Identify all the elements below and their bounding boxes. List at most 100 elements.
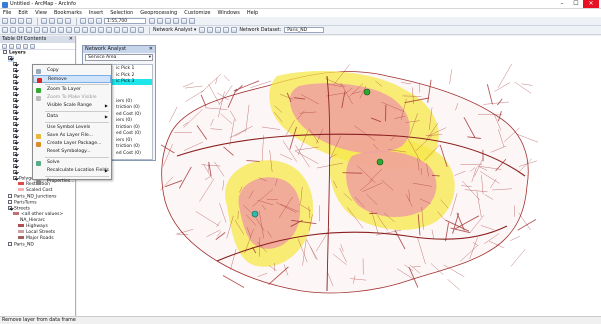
layer-visibility-checkbox[interactable] xyxy=(3,50,7,54)
layer-visibility-checkbox[interactable] xyxy=(13,146,17,150)
network-analyst-menu[interactable]: Network Analyst ▾ xyxy=(153,28,196,33)
network-analyst-window-icon[interactable] xyxy=(231,27,237,33)
directions-icon[interactable] xyxy=(223,27,229,33)
context-menu-item[interactable]: Visible Scale Range▶ xyxy=(33,102,111,110)
layer-visibility-checkbox[interactable] xyxy=(13,116,17,120)
context-menu-item[interactable]: Solve xyxy=(33,159,111,167)
layer-visibility-checkbox[interactable] xyxy=(8,206,12,210)
menu-insert[interactable]: Insert xyxy=(89,10,103,16)
list-by-source-icon[interactable] xyxy=(9,44,14,49)
menu-selection[interactable]: Selection xyxy=(110,10,133,16)
layer-visibility-checkbox[interactable] xyxy=(13,140,17,144)
layer-visibility-checkbox[interactable] xyxy=(13,86,17,90)
layer-visibility-checkbox[interactable] xyxy=(13,92,17,96)
python-icon[interactable] xyxy=(181,18,187,24)
menu-windows[interactable]: Windows xyxy=(217,10,239,16)
toc-item[interactable]: Paris_ND xyxy=(8,242,34,248)
menu-bookmarks[interactable]: Bookmarks xyxy=(54,10,82,16)
context-menu-item[interactable]: Data▶ xyxy=(33,113,111,121)
undo-icon[interactable] xyxy=(80,18,86,24)
redo-icon[interactable] xyxy=(88,18,94,24)
cut-icon[interactable] xyxy=(41,18,47,24)
layer-visibility-checkbox[interactable] xyxy=(13,170,17,174)
zoom-out-icon[interactable] xyxy=(10,27,16,33)
identify-icon[interactable] xyxy=(90,27,96,33)
menu-view[interactable]: View xyxy=(35,10,47,16)
find-route-icon[interactable] xyxy=(106,27,112,33)
clear-selection-icon[interactable] xyxy=(74,27,80,33)
catalog-icon[interactable] xyxy=(157,18,163,24)
find-icon[interactable] xyxy=(98,27,104,33)
arctoolbox-icon[interactable] xyxy=(173,18,179,24)
pan-icon[interactable] xyxy=(18,27,24,33)
context-menu-item[interactable]: Recalculate Location Fields▶ xyxy=(33,167,111,175)
toc-item[interactable]: Layers xyxy=(3,50,26,56)
full-extent-icon[interactable] xyxy=(26,27,32,33)
select-features-icon[interactable] xyxy=(66,27,72,33)
zoom-in-icon[interactable] xyxy=(2,27,8,33)
search-icon[interactable] xyxy=(165,18,171,24)
network-dataset-select[interactable]: Paris_ND xyxy=(284,27,324,33)
hyperlink-icon[interactable] xyxy=(122,27,128,33)
list-by-selection-icon[interactable] xyxy=(23,44,28,49)
time-slider-icon[interactable] xyxy=(138,27,144,33)
context-menu-item[interactable]: Zoom To Layer xyxy=(33,86,111,94)
context-menu-item[interactable]: Copy xyxy=(33,67,111,75)
menu-edit[interactable]: Edit xyxy=(18,10,28,16)
layer-visibility-checkbox[interactable] xyxy=(13,68,17,72)
print-icon[interactable] xyxy=(26,18,32,24)
save-icon[interactable] xyxy=(18,18,24,24)
html-popup-icon[interactable] xyxy=(130,27,136,33)
layer-visibility-checkbox[interactable] xyxy=(13,80,17,84)
list-by-drawing-order-icon[interactable] xyxy=(2,44,7,49)
layer-visibility-checkbox[interactable] xyxy=(13,134,17,138)
context-menu-item[interactable]: Save As Layer File... xyxy=(33,132,111,140)
fixed-zoom-out-icon[interactable] xyxy=(42,27,48,33)
layer-visibility-checkbox[interactable] xyxy=(8,56,12,60)
layer-visibility-checkbox[interactable] xyxy=(13,62,17,66)
paste-icon[interactable] xyxy=(57,18,63,24)
select-network-location-icon[interactable] xyxy=(207,27,213,33)
list-by-visibility-icon[interactable] xyxy=(16,44,21,49)
map-scale-input[interactable]: 1:55,700 xyxy=(104,18,146,24)
layer-visibility-checkbox[interactable] xyxy=(13,164,17,168)
menu-customize[interactable]: Customize xyxy=(184,10,210,16)
forward-icon[interactable] xyxy=(58,27,64,33)
layer-visibility-checkbox[interactable] xyxy=(13,122,17,126)
menu-help[interactable]: Help xyxy=(247,10,258,16)
maximize-button[interactable]: ☐ xyxy=(569,0,583,8)
analysis-layer-dropdown[interactable]: Service Area ▾ xyxy=(85,54,153,61)
layer-visibility-checkbox[interactable] xyxy=(13,104,17,108)
modelbuilder-icon[interactable] xyxy=(189,18,195,24)
layer-visibility-checkbox[interactable] xyxy=(8,200,12,204)
delete-icon[interactable] xyxy=(65,18,71,24)
layer-visibility-checkbox[interactable] xyxy=(13,176,17,180)
measure-icon[interactable] xyxy=(114,27,120,33)
context-menu-item[interactable]: Properties... xyxy=(33,178,111,186)
layer-visibility-checkbox[interactable] xyxy=(13,152,17,156)
fixed-zoom-in-icon[interactable] xyxy=(34,27,40,33)
layer-visibility-checkbox[interactable] xyxy=(13,74,17,78)
menu-file[interactable]: File xyxy=(3,10,11,16)
editor-icon[interactable] xyxy=(149,18,155,24)
context-menu-item[interactable]: Reset Symbology... xyxy=(33,148,111,156)
minimize-button[interactable]: – xyxy=(555,0,569,8)
layer-visibility-checkbox[interactable] xyxy=(8,242,12,246)
context-menu-item[interactable]: Create Layer Package... xyxy=(33,140,111,148)
close-button[interactable]: ✕ xyxy=(583,0,599,8)
context-menu-item[interactable]: Use Symbol Levels xyxy=(33,124,111,132)
context-menu-item[interactable]: Remove xyxy=(33,75,111,83)
toc-options-icon[interactable] xyxy=(30,44,35,49)
layer-visibility-checkbox[interactable] xyxy=(8,194,12,198)
add-data-icon[interactable] xyxy=(96,18,102,24)
toc-close-icon[interactable]: ✕ xyxy=(69,36,73,43)
new-icon[interactable] xyxy=(2,18,8,24)
layer-visibility-checkbox[interactable] xyxy=(13,128,17,132)
network-analyst-close-icon[interactable]: ✕ xyxy=(149,46,153,53)
layer-visibility-checkbox[interactable] xyxy=(13,158,17,162)
select-elements-icon[interactable] xyxy=(82,27,88,33)
layer-visibility-checkbox[interactable] xyxy=(13,98,17,102)
back-icon[interactable] xyxy=(50,27,56,33)
menu-geoprocessing[interactable]: Geoprocessing xyxy=(140,10,177,16)
layer-visibility-checkbox[interactable] xyxy=(13,110,17,114)
